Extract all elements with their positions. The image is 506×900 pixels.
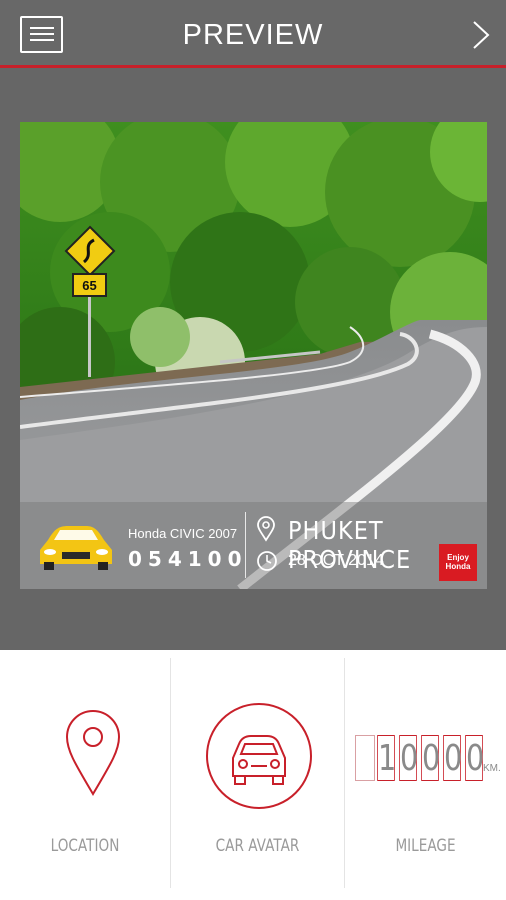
car-icon xyxy=(206,703,312,809)
option-car-avatar[interactable]: CAR AVATAR xyxy=(171,650,344,900)
odometer-icon: 1 0 0 0 0 KM. xyxy=(355,735,505,785)
chevron-right-icon xyxy=(473,21,490,49)
mileage-digit: 0 xyxy=(443,735,462,781)
option-mileage-label: MILEAGE xyxy=(395,836,456,856)
date-label: 28 OCT 2014 xyxy=(288,552,384,569)
odometer-value: 054100 xyxy=(128,547,248,571)
car-model-label: Honda CIVIC 2007 xyxy=(128,526,238,541)
option-car-avatar-label: CAR AVATAR xyxy=(215,836,300,856)
mileage-digit: 0 xyxy=(465,735,484,781)
options-panel: LOCATION CAR AVATAR 1 0 0 0 0 KM. MILEAG… xyxy=(0,650,506,900)
car-avatar-image xyxy=(40,526,112,570)
info-overlay: Honda CIVIC 2007 054100 PHUKET PROVINCE … xyxy=(20,502,487,589)
mileage-digits: 1 0 0 0 0 xyxy=(355,735,485,783)
map-pin-icon xyxy=(65,710,121,796)
next-button[interactable] xyxy=(468,18,494,52)
mileage-digit: 0 xyxy=(399,735,418,781)
clock-icon xyxy=(257,551,277,571)
option-location-label: LOCATION xyxy=(50,836,120,856)
app-header: PREVIEW xyxy=(0,0,506,68)
mileage-digit: 1 xyxy=(377,735,396,781)
sign-speed: 65 xyxy=(82,278,96,293)
option-location[interactable]: LOCATION xyxy=(0,650,170,900)
location-pin-icon xyxy=(257,516,275,542)
page-title: PREVIEW xyxy=(182,19,324,51)
brand-logo: Enjoy Honda xyxy=(439,544,477,581)
preview-photo: 65 Honda CIVIC 2007 054100 PHUKET PROVIN… xyxy=(20,122,487,589)
option-mileage[interactable]: 1 0 0 0 0 KM. MILEAGE xyxy=(345,650,506,900)
mileage-digit: 0 xyxy=(421,735,440,781)
overlay-divider xyxy=(245,512,246,578)
mileage-unit: KM. xyxy=(483,763,501,774)
